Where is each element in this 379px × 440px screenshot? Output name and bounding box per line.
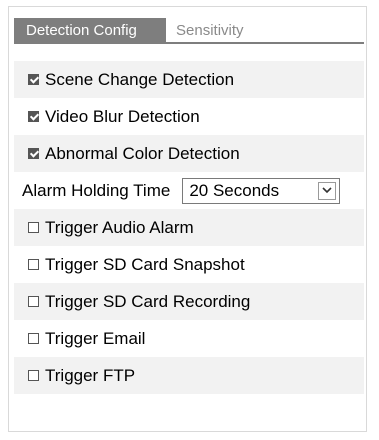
video-blur-checkbox[interactable] (28, 111, 39, 122)
trigger-email-label: Trigger Email (45, 328, 146, 348)
tab-sensitivity[interactable]: Sensitivity (166, 18, 266, 44)
trigger-email-row[interactable]: Trigger Email (14, 320, 364, 357)
trigger-sd-snapshot-row[interactable]: Trigger SD Card Snapshot (14, 246, 364, 283)
trigger-sd-snapshot-checkbox[interactable] (28, 259, 39, 270)
scene-change-label: Scene Change Detection (45, 69, 235, 89)
trigger-audio-alarm-label: Trigger Audio Alarm (45, 217, 194, 237)
trigger-sd-recording-checkbox[interactable] (28, 296, 39, 307)
abnormal-color-label: Abnormal Color Detection (45, 143, 240, 163)
chevron-down-icon[interactable] (318, 181, 337, 200)
tab-bar: Detection Config Sensitivity (14, 12, 364, 44)
trigger-ftp-checkbox[interactable] (28, 370, 39, 381)
trigger-sd-recording-row[interactable]: Trigger SD Card Recording (14, 283, 364, 320)
trigger-ftp-label: Trigger FTP (45, 365, 136, 385)
alarm-holding-value: 20 Seconds (189, 180, 280, 200)
trigger-sd-snapshot-label: Trigger SD Card Snapshot (45, 254, 245, 274)
abnormal-color-row[interactable]: Abnormal Color Detection (14, 135, 364, 172)
scene-change-checkbox[interactable] (28, 74, 39, 85)
trigger-ftp-row[interactable]: Trigger FTP (14, 357, 364, 394)
trigger-email-checkbox[interactable] (28, 333, 39, 344)
video-blur-label: Video Blur Detection (45, 106, 200, 126)
scene-change-row[interactable]: Scene Change Detection (14, 61, 364, 98)
trigger-audio-alarm-row[interactable]: Trigger Audio Alarm (14, 209, 364, 246)
video-blur-row[interactable]: Video Blur Detection (14, 98, 364, 135)
alarm-holding-row: Alarm Holding Time 20 Seconds (14, 172, 364, 209)
trigger-audio-alarm-checkbox[interactable] (28, 222, 39, 233)
alarm-holding-label: Alarm Holding Time (22, 180, 171, 200)
tab-detection-config[interactable]: Detection Config (14, 18, 166, 44)
abnormal-color-checkbox[interactable] (28, 148, 39, 159)
alarm-holding-select[interactable]: 20 Seconds (182, 177, 341, 204)
detection-settings-panel: Detection Config Sensitivity Scene Chang… (8, 6, 367, 432)
trigger-sd-recording-label: Trigger SD Card Recording (45, 291, 251, 311)
